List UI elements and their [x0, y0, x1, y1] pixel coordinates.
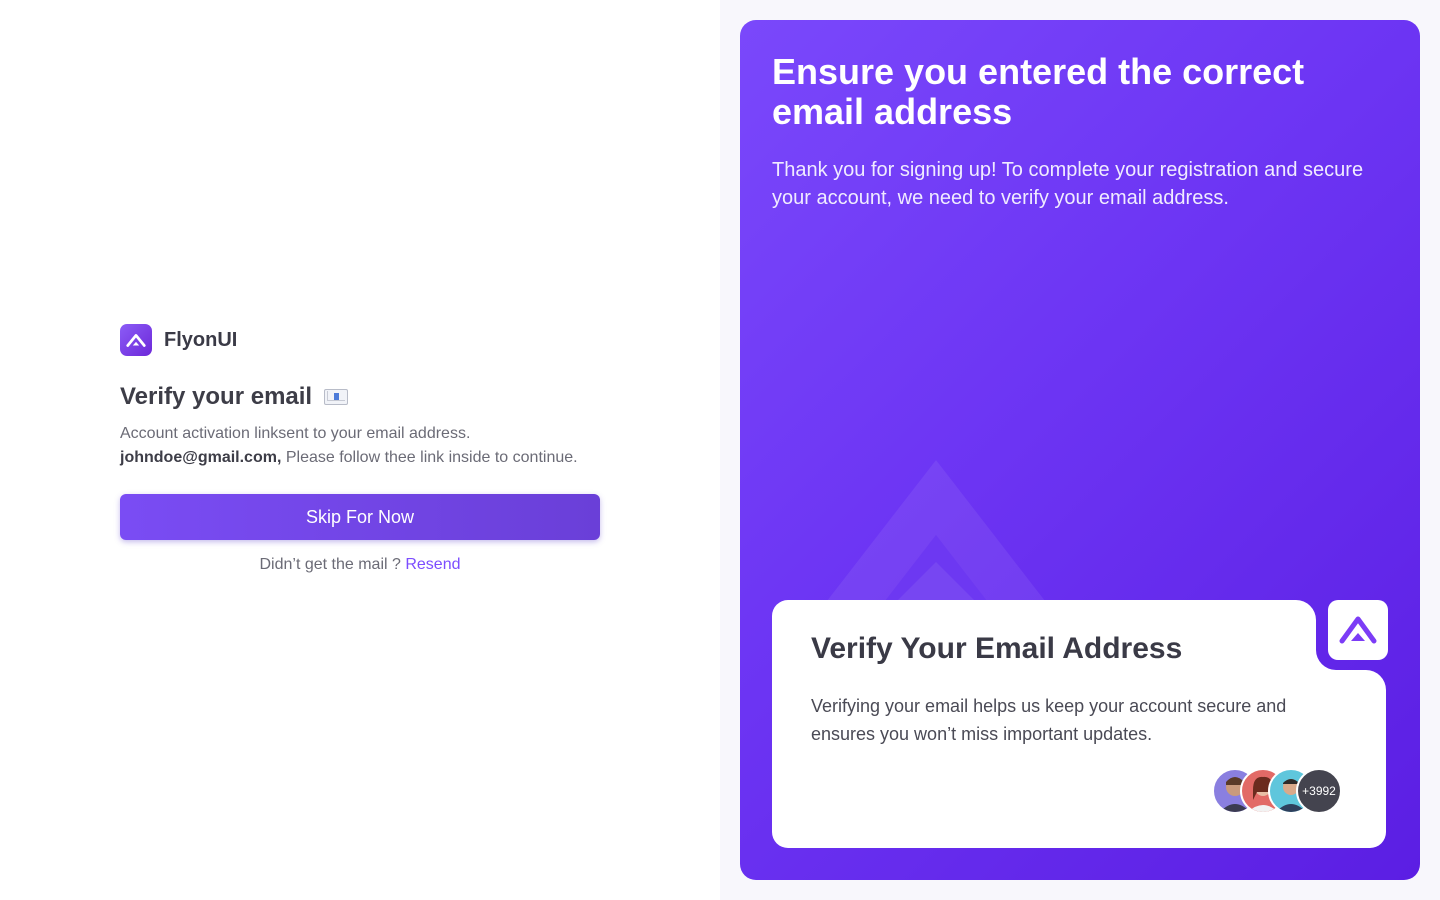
brand: FlyonUI	[120, 324, 600, 356]
avatar-group: +3992	[1212, 768, 1342, 814]
brand-name: FlyonUI	[164, 328, 238, 351]
resend-row: Didn’t get the mail ? Resend	[120, 556, 600, 574]
promo-panel: Ensure you entered the correct email add…	[740, 20, 1420, 880]
description-line-2: Please follow thee link inside to contin…	[285, 449, 578, 466]
info-card: Verify Your Email Address Verifying your…	[772, 600, 1388, 848]
card-description: Verifying your email helps us keep your …	[811, 696, 1287, 744]
more-members-badge: +3992	[1296, 768, 1342, 814]
skip-for-now-button[interactable]: Skip For Now	[120, 494, 600, 540]
verify-email-form: FlyonUI Verify your email Account activa…	[120, 324, 600, 574]
verify-description: Account activation linksent to your emai…	[120, 422, 600, 470]
flyonui-logo-icon	[120, 324, 152, 356]
card-title: Verify Your Email Address	[811, 632, 1183, 665]
envelope-icon	[324, 388, 349, 406]
login-pane: FlyonUI Verify your email Account activa…	[0, 0, 720, 900]
panel-description: Thank you for signing up! To complete yo…	[772, 159, 1364, 209]
page-title: Verify your email	[120, 383, 313, 410]
panel-title: Ensure you entered the correct email add…	[772, 51, 1305, 132]
description-line-1: Account activation linksent to your emai…	[120, 425, 471, 442]
title-row: Verify your email	[120, 382, 600, 412]
resend-prompt: Didn’t get the mail ?	[259, 556, 401, 573]
user-email: johndoe@gmail.com,	[120, 449, 282, 466]
resend-link[interactable]: Resend	[405, 556, 460, 573]
flyonui-badge-icon	[1328, 600, 1388, 660]
